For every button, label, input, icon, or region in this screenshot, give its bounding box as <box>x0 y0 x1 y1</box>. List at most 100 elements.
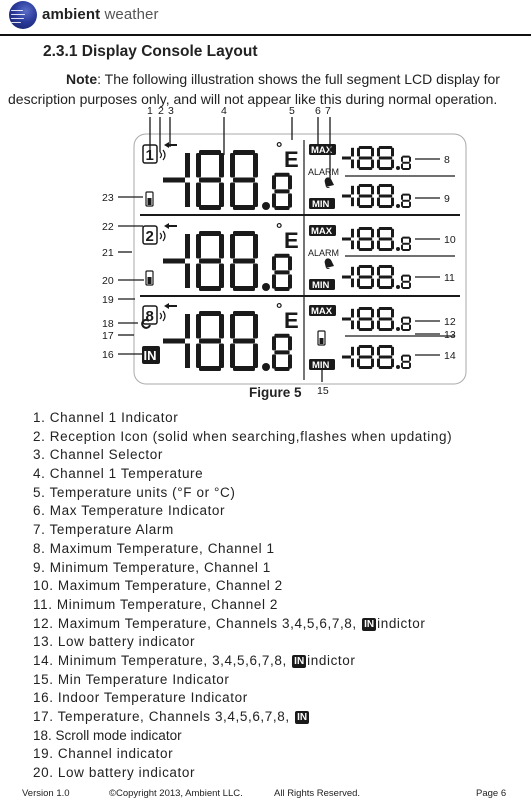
lcd-segment <box>377 228 380 238</box>
legend-item-text: 20. Low battery indicator <box>33 765 196 781</box>
lcd-digit <box>357 227 374 251</box>
lcd-digit <box>357 265 374 289</box>
lcd-segment <box>219 182 224 207</box>
lcd-segment <box>185 234 190 259</box>
legend-item: 14. Minimum Temperature, 3,4,5,6,7,8, IN… <box>33 652 452 671</box>
lcd-segment <box>274 206 290 210</box>
legend-item: 19. Channel indicator <box>33 745 452 764</box>
lcd-digit <box>377 345 394 369</box>
indoor-badge-icon: IN <box>295 711 310 724</box>
lcd-segment <box>274 333 290 338</box>
callout-label: 13 <box>444 329 456 341</box>
lcd-digit-small <box>272 253 292 291</box>
lcd-segment <box>378 366 393 369</box>
lcd-segment <box>358 345 373 348</box>
lcd-segment <box>233 338 255 344</box>
lcd-segment <box>233 177 255 183</box>
lcd-segment <box>358 184 373 187</box>
callout-label: 18 <box>102 318 114 330</box>
lcd-segment <box>196 153 201 178</box>
legend-item-text: 19. Channel indicator <box>33 746 174 762</box>
lcd-segment <box>253 234 258 259</box>
legend-item-text: 9. Minimum Temperature, Channel 1 <box>33 559 271 575</box>
callout-label: 21 <box>102 247 114 259</box>
lcd-segment <box>357 320 360 330</box>
legend-item-text: 4. Channel 1 Temperature <box>33 466 204 482</box>
channel-selector-arrow-icon <box>164 223 177 229</box>
lcd-segment <box>351 240 354 250</box>
lcd-segment <box>357 278 360 288</box>
legend-item-text: 5. Temperature units (°F or °C) <box>33 484 236 500</box>
legend-item: 16. Indoor Temperature Indicator <box>33 689 452 708</box>
lcd-segment <box>371 240 374 250</box>
legend-item: 4. Channel 1 Temperature <box>33 465 452 484</box>
legend-item-text: 12. Maximum Temperature, Channels 3,4,5,… <box>33 615 362 631</box>
lcd-segment <box>391 320 394 330</box>
lcd-digit-small <box>401 274 411 289</box>
callout-label: 20 <box>102 275 114 287</box>
legend-item-text: 15. Min Temperature Indicator <box>33 671 230 687</box>
lcd-segment <box>402 354 410 357</box>
legend-item-text: 16. Indoor Temperature Indicator <box>33 690 248 706</box>
legend-item: 18. Scroll mode indicator <box>33 727 452 746</box>
degree-symbol-icon: ° <box>276 221 282 238</box>
lcd-segment <box>288 336 292 351</box>
lcd-segment <box>391 346 394 356</box>
callout-label: 15 <box>317 385 329 397</box>
lcd-digit <box>357 345 374 369</box>
max-label: MAX <box>311 226 333 237</box>
legend-item: 2. Reception Icon (solid when searching,… <box>33 428 452 447</box>
lcd-decimal-point <box>396 327 400 331</box>
lcd-decimal-point <box>396 365 400 369</box>
lcd-segment <box>402 206 410 208</box>
callout-label: 17 <box>102 330 114 342</box>
lcd-segment <box>199 205 221 210</box>
lcd-decimal-point <box>396 247 400 251</box>
lcd-segment <box>371 159 374 169</box>
footer-rights: All Rights Reserved. <box>274 788 361 799</box>
lcd-diagram: 1 ° E MAXMINALARM2 ° E MAXMINALARM8 ° E MAXMININ1… <box>102 105 467 397</box>
lcd-segment <box>351 278 354 288</box>
lcd-segment <box>401 282 403 288</box>
lcd-segment <box>357 159 360 169</box>
lcd-segment <box>196 182 201 207</box>
lcd-segment <box>391 240 394 250</box>
lcd-digit-small <box>272 333 292 371</box>
legend-item: 12. Maximum Temperature, Channels 3,4,5,… <box>33 615 452 634</box>
lcd-digit <box>357 184 374 208</box>
header-divider <box>0 34 531 36</box>
callout-label: 22 <box>102 221 114 233</box>
lcd-segment <box>371 308 374 318</box>
lcd-segment <box>199 286 221 291</box>
legend-item: 8. Maximum Temperature, Channel 1 <box>33 540 452 559</box>
lcd-segment <box>378 328 393 331</box>
lcd-segment <box>391 159 394 169</box>
lcd-segment <box>371 228 374 238</box>
lcd-segment <box>402 316 410 319</box>
lcd-segment <box>402 236 410 239</box>
lcd-segment <box>233 286 255 291</box>
lcd-segment <box>358 156 373 160</box>
lcd-segment <box>378 167 393 170</box>
lcd-segment <box>357 266 360 276</box>
lcd-segment <box>358 317 373 321</box>
lcd-decimal-point <box>396 204 400 208</box>
lcd-segment <box>378 286 393 289</box>
lcd-segment <box>401 362 403 368</box>
lcd-segment <box>351 159 354 169</box>
legend-item-text: 3. Channel Selector <box>33 447 163 463</box>
lcd-segment <box>351 228 354 238</box>
lcd-segment <box>409 237 411 243</box>
lcd-segment <box>402 322 410 325</box>
lcd-segment <box>351 147 354 157</box>
max-temperature-display <box>342 146 411 170</box>
lcd-segment <box>233 366 255 371</box>
lcd-segment <box>358 146 373 149</box>
lcd-segment <box>377 346 380 356</box>
lcd-segment <box>185 182 190 207</box>
lcd-segment <box>351 185 354 195</box>
lcd-segment <box>233 231 255 236</box>
lcd-segment <box>233 311 255 316</box>
lcd-minus-segment <box>163 177 185 183</box>
lcd-segment <box>409 324 411 330</box>
